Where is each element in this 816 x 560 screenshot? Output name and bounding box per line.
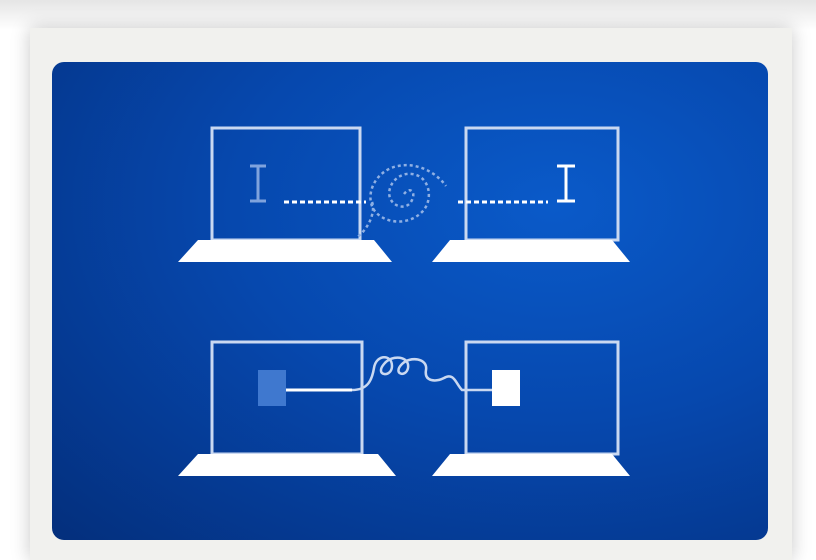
image-frame [0, 0, 816, 560]
text-cursor-icon [557, 164, 575, 203]
laptop-icon [432, 126, 630, 262]
laptop-icon [178, 340, 396, 476]
cable-loop-icon [286, 356, 492, 392]
spiral-icon [355, 163, 448, 240]
square-block-icon [492, 370, 520, 406]
laptop-icon [432, 340, 630, 476]
network-illustration [178, 126, 630, 476]
square-block-icon [258, 370, 286, 406]
text-cursor-icon [250, 164, 266, 203]
illustration-panel [52, 62, 768, 540]
laptop-icon [178, 126, 392, 262]
top-shadow [0, 0, 816, 30]
